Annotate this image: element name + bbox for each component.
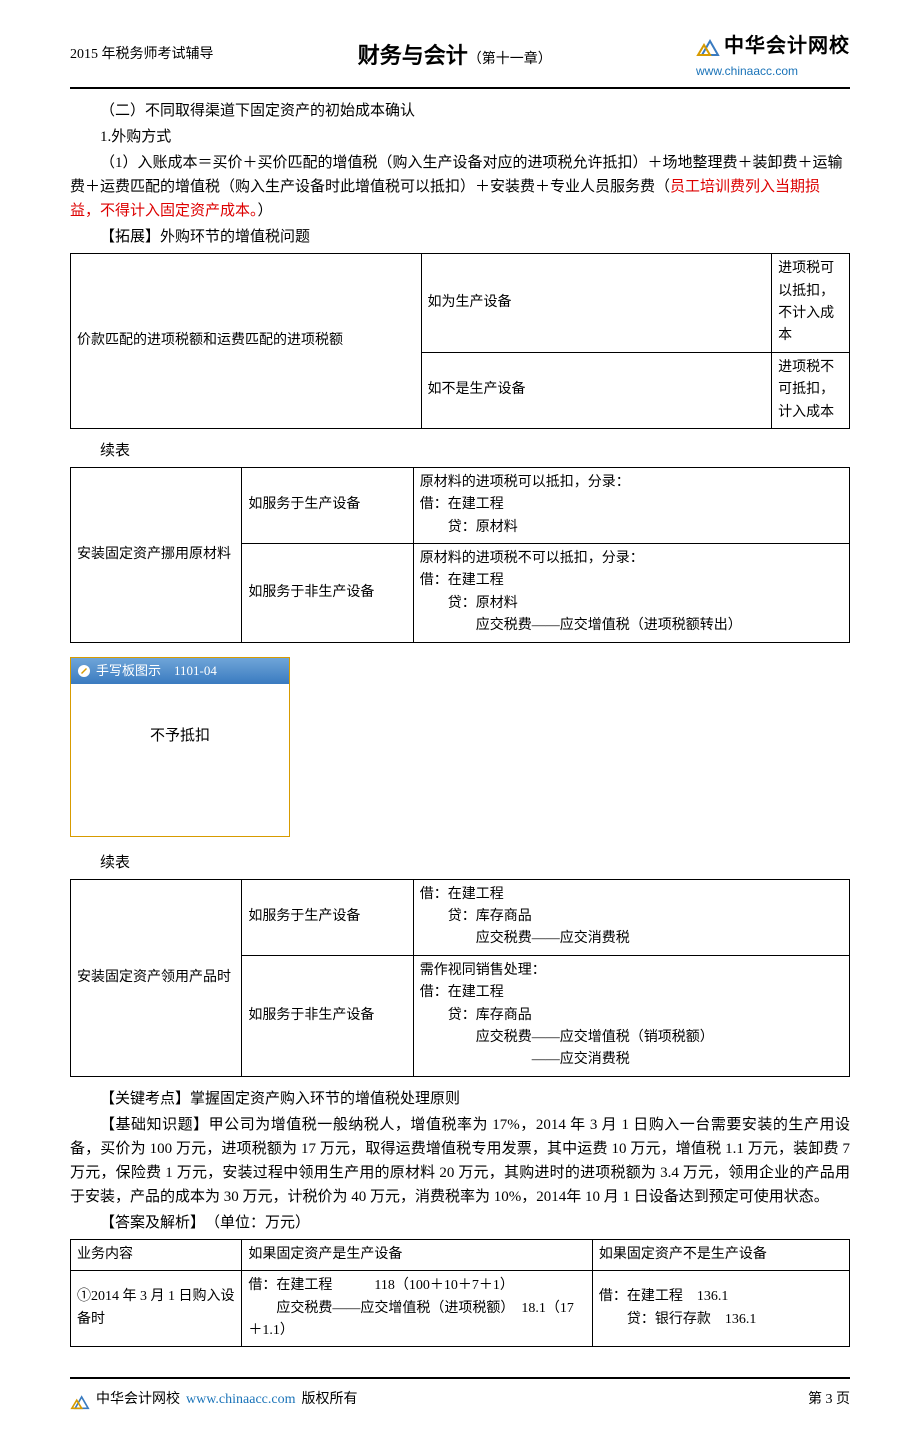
footer-copyright: 版权所有 — [301, 1389, 357, 1411]
brand-logo: 中华会计网校 www.chinaacc.com — [696, 30, 850, 81]
t1-r2c3: 进项税不可抵扣，计入成本 — [772, 352, 850, 428]
t4-h2: 如果固定资产是生产设备 — [242, 1239, 593, 1270]
subtitle-1: 1.外购方式 — [70, 125, 850, 149]
table-answer: 业务内容 如果固定资产是生产设备 如果固定资产不是生产设备 ①2014 年 3 … — [70, 1239, 850, 1348]
continuation-1: 续表 — [70, 439, 850, 463]
basic-question: 【基础知识题】甲公司为增值税一般纳税人，增值税率为 17%，2014 年 3 月… — [70, 1113, 850, 1209]
paragraph-1: （1）入账成本＝买价＋买价匹配的增值税（购入生产设备对应的进项税允许抵扣）＋场地… — [70, 151, 850, 223]
panel-title-bar: 手写板图示 1101-04 — [71, 658, 289, 685]
t1-r1c1: 价款匹配的进项税额和运费匹配的进项税额 — [71, 254, 422, 429]
t4-r1c2: 借：在建工程 118（100＋10＋7＋1） 应交税费——应交增值税（进项税额）… — [242, 1271, 593, 1347]
pencil-icon — [77, 664, 91, 678]
answer-label: 【答案及解析】 （单位：万元） — [70, 1211, 850, 1235]
t4-h1: 业务内容 — [71, 1239, 242, 1270]
header-sub: （第十一章） — [468, 52, 552, 67]
section-title: （二）不同取得渠道下固定资产的初始成本确认 — [70, 99, 850, 123]
logo-icon — [696, 35, 720, 57]
handwriting-panel: 手写板图示 1101-04 不予抵扣 — [70, 657, 290, 837]
header-main: 财务与会计 — [358, 43, 468, 68]
t4-r1c1: ①2014 年 3 月 1 日购入设备时 — [71, 1271, 242, 1347]
continuation-2: 续表 — [70, 851, 850, 875]
handwriting-panel-wrap: 手写板图示 1101-04 不予抵扣 — [70, 657, 850, 837]
t2-r2c2: 如服务于非生产设备 — [242, 544, 413, 643]
t4-h3: 如果固定资产不是生产设备 — [592, 1239, 849, 1270]
t2-r2c3: 原材料的进项税不可以抵扣，分录： 借：在建工程 贷：原材料 应交税费——应交增值… — [413, 544, 849, 643]
footer-left: 中华会计网校 www.chinaacc.com 版权所有 — [70, 1389, 357, 1411]
t1-r1c3: 进项税可以抵扣，不计入成本 — [772, 254, 850, 353]
table-products: 安装固定资产领用产品时 如服务于生产设备 借：在建工程 贷：库存商品 应交税费—… — [70, 879, 850, 1077]
t2-r1c1: 安装固定资产挪用原材料 — [71, 467, 242, 642]
table-materials: 安装固定资产挪用原材料 如服务于生产设备 原材料的进项税可以抵扣，分录： 借：在… — [70, 467, 850, 643]
document-page: 2015 年税务师考试辅导 财务与会计（第十一章） 中华会计网校 www.chi… — [0, 0, 920, 1442]
header-bar: 2015 年税务师考试辅导 财务与会计（第十一章） 中华会计网校 www.chi… — [70, 30, 850, 89]
t3-r1c3: 借：在建工程 贷：库存商品 应交税费——应交消费税 — [413, 879, 849, 955]
para-1c: ） — [258, 203, 273, 219]
footer-url: www.chinaacc.com — [186, 1389, 295, 1411]
footer-brand: 中华会计网校 — [96, 1389, 180, 1411]
t1-r1c2: 如为生产设备 — [421, 254, 772, 353]
expand-label: 【拓展】外购环节的增值税问题 — [70, 225, 850, 249]
t2-r1c3: 原材料的进项税可以抵扣，分录： 借：在建工程 贷：原材料 — [413, 467, 849, 543]
page-number: 第 3 页 — [808, 1389, 850, 1411]
panel-title-text: 手写板图示 1101-04 — [96, 661, 217, 682]
t1-r2c2: 如不是生产设备 — [421, 352, 772, 428]
t3-r1c2: 如服务于生产设备 — [242, 879, 413, 955]
brand-url: www.chinaacc.com — [696, 62, 798, 81]
t3-r2c3: 需作视同销售处理： 借：在建工程 贷：库存商品 应交税费——应交增值税（销项税额… — [413, 955, 849, 1076]
keypoint: 【关键考点】掌握固定资产购入环节的增值税处理原则 — [70, 1087, 850, 1111]
footer-bar: 中华会计网校 www.chinaacc.com 版权所有 第 3 页 — [70, 1377, 850, 1421]
brand-text: 中华会计网校 — [724, 30, 850, 62]
panel-body: 不予抵扣 — [71, 684, 289, 748]
header-title: 财务与会计（第十一章） — [358, 38, 552, 73]
header-left: 2015 年税务师考试辅导 — [70, 44, 214, 66]
table-vat-summary: 价款匹配的进项税额和运费匹配的进项税额 如为生产设备 进项税可以抵扣，不计入成本… — [70, 253, 850, 429]
t4-r1c3: 借：在建工程 136.1 贷：银行存款 136.1 — [592, 1271, 849, 1347]
t2-r1c2: 如服务于生产设备 — [242, 467, 413, 543]
t3-r2c2: 如服务于非生产设备 — [242, 955, 413, 1076]
t3-r1c1: 安装固定资产领用产品时 — [71, 879, 242, 1076]
footer-logo-icon — [70, 1392, 90, 1410]
